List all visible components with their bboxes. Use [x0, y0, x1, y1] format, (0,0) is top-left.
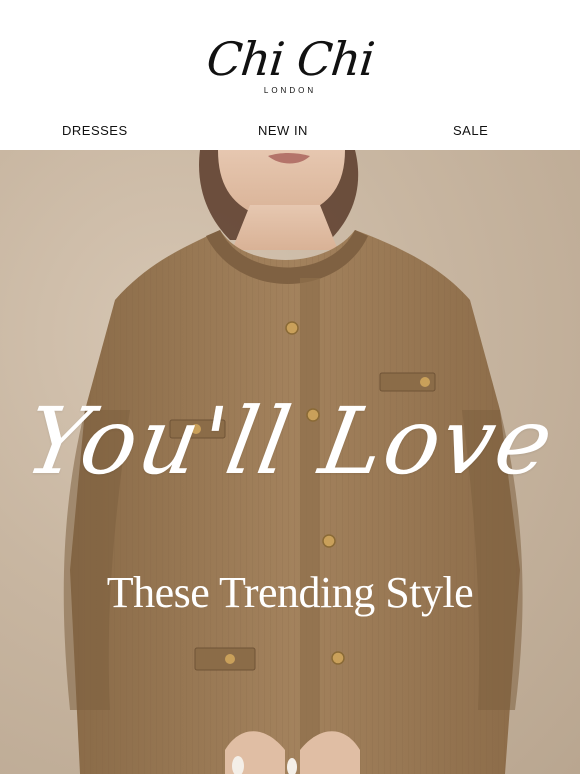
- brand-subtitle: LONDON: [263, 86, 317, 95]
- nav-sale[interactable]: SALE: [453, 123, 488, 138]
- email-header: Chi Chi LONDON DRESSES NEW IN SALE: [0, 0, 580, 150]
- hero-subheadline: These Trending Style: [106, 568, 474, 617]
- brand-logo[interactable]: Chi Chi LONDON: [0, 32, 580, 95]
- hero-headline: You'll Love: [17, 388, 563, 495]
- main-nav: DRESSES NEW IN SALE: [0, 123, 580, 141]
- nav-new-in[interactable]: NEW IN: [258, 123, 308, 138]
- brand-name: Chi Chi: [203, 32, 377, 86]
- hero-banner[interactable]: You'll Love These Trending Style: [0, 150, 580, 774]
- nav-dresses[interactable]: DRESSES: [62, 123, 128, 138]
